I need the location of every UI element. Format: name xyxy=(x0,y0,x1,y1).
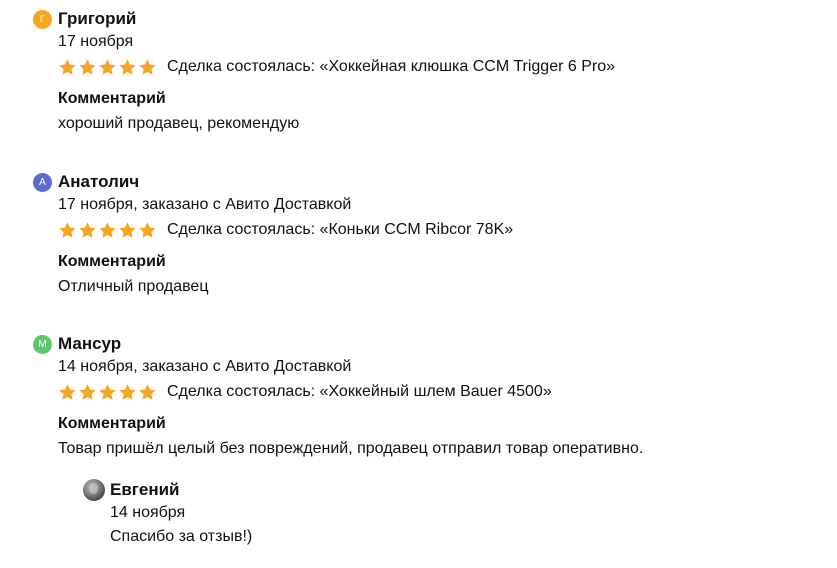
review-card: А Анатолич 17 ноября, заказано с Авито Д… xyxy=(33,171,813,297)
reply-header: Евгений xyxy=(83,479,683,501)
avatar[interactable]: Г xyxy=(33,9,52,29)
review-card: М Мансур 14 ноября, заказано с Авито Дос… xyxy=(33,333,813,459)
star-icon xyxy=(58,221,77,240)
star-icon xyxy=(58,383,77,402)
avatar[interactable]: М xyxy=(33,334,52,354)
review-date: 14 ноября, заказано с Авито Доставкой xyxy=(58,358,352,375)
star-icon xyxy=(78,221,97,240)
comment-text: Товар пришёл целый без повреждений, прод… xyxy=(58,440,644,457)
reply-author-name[interactable]: Евгений xyxy=(110,479,180,501)
avatar[interactable] xyxy=(83,479,105,501)
star-icon xyxy=(118,221,137,240)
star-icon xyxy=(78,58,97,77)
avatar[interactable]: А xyxy=(33,172,52,192)
star-icon xyxy=(98,383,117,402)
star-icon xyxy=(118,383,137,402)
review-header: М Мансур xyxy=(33,333,813,355)
author-name[interactable]: Мансур xyxy=(58,333,121,355)
author-name[interactable]: Анатолич xyxy=(58,171,139,193)
review-date: 17 ноября xyxy=(58,33,134,50)
comment-title: Комментарий xyxy=(58,253,166,270)
reply-text: Спасибо за отзыв!) xyxy=(110,528,253,545)
comment-text: хороший продавец, рекомендую xyxy=(58,115,300,132)
rating-stars xyxy=(58,221,158,240)
review-card: Г Григорий 17 ноября Сделка состоялась: … xyxy=(33,8,813,134)
rating-stars xyxy=(58,383,158,402)
comment-title: Комментарий xyxy=(58,415,166,432)
deal-text: Сделка состоялась: «Хоккейная клюшка CCM… xyxy=(167,58,615,75)
comment-title: Комментарий xyxy=(58,90,166,107)
star-icon xyxy=(138,58,157,77)
star-icon xyxy=(138,221,157,240)
reply-date: 14 ноября xyxy=(110,504,186,521)
star-icon xyxy=(58,58,77,77)
rating-stars xyxy=(58,58,158,77)
comment-text: Отличный продавец xyxy=(58,278,209,295)
review-header: Г Григорий xyxy=(33,8,813,30)
review-date: 17 ноября, заказано с Авито Доставкой xyxy=(58,196,352,213)
seller-reply: Евгений 14 ноября Спасибо за отзыв!) xyxy=(83,479,683,547)
star-icon xyxy=(78,383,97,402)
star-icon xyxy=(98,221,117,240)
star-icon xyxy=(98,58,117,77)
star-icon xyxy=(138,383,157,402)
review-header: А Анатолич xyxy=(33,171,813,193)
deal-line: Сделка состоялась: «Хоккейный шлем Bauer… xyxy=(58,382,813,402)
author-name[interactable]: Григорий xyxy=(58,8,136,30)
star-icon xyxy=(118,58,137,77)
deal-line: Сделка состоялась: «Коньки CCM Ribcor 78… xyxy=(58,220,813,240)
deal-text: Сделка состоялась: «Хоккейный шлем Bauer… xyxy=(167,383,552,400)
deal-text: Сделка состоялась: «Коньки CCM Ribcor 78… xyxy=(167,221,514,238)
deal-line: Сделка состоялась: «Хоккейная клюшка CCM… xyxy=(58,57,813,77)
